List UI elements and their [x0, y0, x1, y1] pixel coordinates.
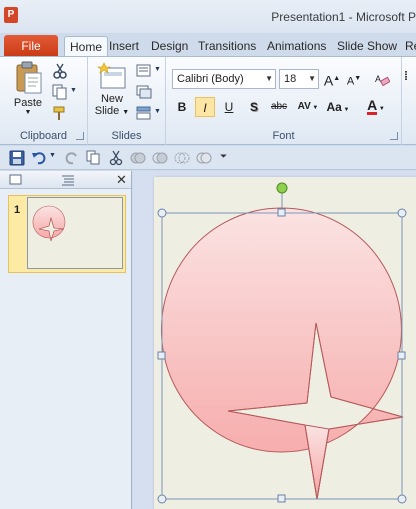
- case-label: Aa: [326, 100, 342, 114]
- font-name-dropdown-icon[interactable]: ▼: [265, 70, 273, 88]
- thumbnail-shapes: [32, 205, 66, 242]
- customize-qat-icon[interactable]: ⏷: [220, 151, 227, 162]
- paste-label: Paste: [13, 97, 43, 109]
- redo-icon[interactable]: [64, 150, 80, 166]
- tab-insert[interactable]: Insert: [104, 36, 144, 57]
- copy-icon[interactable]: [52, 84, 68, 100]
- cut-icon[interactable]: [52, 63, 68, 79]
- slide-thumbnail-1[interactable]: [27, 197, 123, 269]
- handle-bottom: [277, 494, 286, 503]
- shrink-font-button[interactable]: A▼: [344, 69, 364, 89]
- font-color-label: A: [367, 97, 378, 115]
- strike-label: abc: [270, 101, 288, 112]
- font-launcher-icon[interactable]: [390, 132, 398, 140]
- font-group: Calibri (Body) ▼ 18 ▼ A▲ A▼ A B I U S ab…: [166, 57, 402, 145]
- file-tab[interactable]: File: [4, 35, 58, 57]
- paste-icon: [16, 61, 42, 94]
- shape-union-icon[interactable]: [130, 150, 146, 166]
- bullets-icon[interactable]: ⁞: [404, 69, 416, 89]
- section-icon[interactable]: [136, 105, 152, 121]
- outline-tab-icon[interactable]: [60, 173, 76, 187]
- change-case-button[interactable]: Aa ▼: [324, 97, 352, 117]
- ribbon-tabs: File Home Insert Design Transitions Anim…: [0, 33, 416, 57]
- merged-shape-star[interactable]: [304, 424, 330, 500]
- paste-dropdown-icon[interactable]: ▼: [8, 109, 48, 117]
- clipboard-launcher-icon[interactable]: [76, 132, 84, 140]
- new-slide-label-line2: Slide: [94, 105, 120, 117]
- handle-bottom-left: [157, 494, 167, 504]
- section-dropdown-icon[interactable]: ▼: [154, 108, 161, 115]
- title-bar: P Presentation1 - Microsoft P: [0, 0, 416, 33]
- tab-home[interactable]: Home: [64, 36, 109, 57]
- save-icon[interactable]: [9, 150, 25, 166]
- font-color-button[interactable]: A ▼: [362, 95, 390, 115]
- paste-button[interactable]: Paste ▼: [8, 61, 48, 117]
- new-slide-dropdown-icon[interactable]: ▼: [122, 109, 129, 116]
- shape-subtract-icon[interactable]: [196, 150, 212, 166]
- slides-group: New Slide ▼ ▼ ▼ Slides: [88, 57, 166, 145]
- layout-icon[interactable]: [136, 63, 152, 79]
- font-name-combo[interactable]: Calibri (Body) ▼: [172, 69, 276, 89]
- font-size-dropdown-icon[interactable]: ▼: [308, 70, 316, 88]
- clear-formatting-icon[interactable]: A: [374, 71, 390, 87]
- cut-qat-icon[interactable]: [108, 150, 124, 166]
- font-size-combo[interactable]: 18 ▼: [279, 69, 319, 89]
- bold-label: B: [177, 100, 187, 114]
- handle-top: [277, 208, 286, 217]
- new-slide-icon: [97, 62, 126, 89]
- shape-intersect-icon[interactable]: [174, 150, 190, 166]
- slides-tab-icon[interactable]: [8, 173, 24, 187]
- copy-qat-icon[interactable]: [86, 150, 102, 166]
- handle-top-right: [397, 208, 407, 218]
- font-name-value: Calibri (Body): [177, 73, 244, 85]
- shape-combine-icon[interactable]: [152, 150, 168, 166]
- slide-number: 1: [14, 204, 21, 216]
- grow-font-button[interactable]: A▲: [322, 69, 342, 89]
- layout-dropdown-icon[interactable]: ▼: [154, 66, 161, 73]
- shadow-label: S: [249, 100, 258, 114]
- grow-font-label: A: [323, 72, 334, 89]
- underline-button[interactable]: U: [219, 97, 239, 117]
- spacing-label: AV: [297, 101, 311, 112]
- copy-dropdown-icon[interactable]: ▼: [70, 87, 77, 94]
- rotation-handle[interactable]: [276, 182, 288, 194]
- slides-group-label: Slides: [111, 130, 142, 142]
- close-pane-icon[interactable]: ✕: [116, 172, 127, 188]
- text-shadow-button[interactable]: S: [244, 97, 264, 117]
- format-painter-icon[interactable]: [52, 105, 68, 121]
- clipboard-group-label: Clipboard: [19, 130, 68, 142]
- italic-label: I: [203, 101, 207, 115]
- tab-slide-show[interactable]: Slide Show: [332, 36, 402, 57]
- svg-text:A: A: [375, 74, 381, 84]
- bold-button[interactable]: B: [172, 97, 192, 117]
- tab-transitions[interactable]: Transitions: [193, 36, 261, 57]
- tab-animations[interactable]: Animations: [262, 36, 331, 57]
- character-spacing-button[interactable]: AV ▼: [294, 97, 322, 117]
- new-slide-button[interactable]: New Slide ▼: [92, 61, 132, 119]
- powerpoint-app-icon[interactable]: P: [4, 7, 18, 23]
- pane-header: ✕: [0, 171, 131, 189]
- slide-shapes: [157, 182, 407, 504]
- window-title: Presentation1 - Microsoft P: [271, 10, 416, 24]
- font-group-label: Font: [272, 130, 295, 142]
- merged-shape-circle[interactable]: [160, 207, 404, 500]
- strikethrough-button[interactable]: abc: [266, 97, 292, 117]
- handle-bottom-right: [397, 494, 407, 504]
- tab-review[interactable]: Re: [400, 36, 416, 57]
- handle-left: [157, 351, 166, 360]
- undo-icon[interactable]: [31, 150, 47, 166]
- ribbon: Paste ▼ ▼ Clipboard New Slide ▼ ▼ ▼ Slid…: [0, 56, 416, 145]
- handle-right: [397, 351, 406, 360]
- clipboard-group: Paste ▼ ▼ Clipboard: [0, 57, 88, 145]
- underline-label: U: [224, 100, 234, 114]
- tab-design[interactable]: Design: [146, 36, 193, 57]
- reset-icon[interactable]: [136, 84, 152, 100]
- new-slide-label-line1: New: [100, 93, 123, 105]
- quick-access-toolbar: ▼ ⏷: [0, 146, 416, 170]
- handle-top-left: [157, 208, 167, 218]
- font-size-value: 18: [284, 73, 297, 85]
- italic-button[interactable]: I: [195, 97, 215, 117]
- undo-dropdown-icon[interactable]: ▼: [49, 152, 56, 159]
